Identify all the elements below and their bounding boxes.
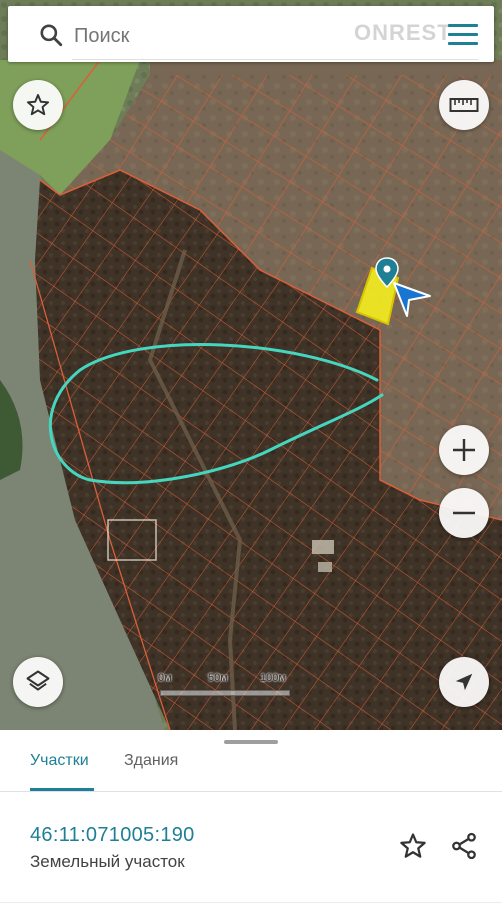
tab-divider: [0, 791, 502, 792]
share-button[interactable]: [444, 826, 484, 866]
tab-parcels[interactable]: Участки: [30, 752, 89, 770]
bottom-sheet[interactable]: Участки Здания 46:11:071005:190 Земельны…: [0, 730, 502, 911]
locate-me-button[interactable]: [439, 657, 489, 707]
layers-icon: [26, 670, 50, 691]
map-view[interactable]: 0м 50м 100м: [0, 0, 502, 730]
zoom-out-button[interactable]: [439, 488, 489, 538]
favorite-parcel-button[interactable]: [393, 826, 433, 866]
scale-label-50: 50м: [208, 672, 228, 684]
search-bar[interactable]: Поиск ONREST: [8, 6, 494, 62]
cadastral-number[interactable]: 46:11:071005:190: [30, 824, 195, 847]
search-icon: [40, 24, 63, 47]
favorite-button[interactable]: [13, 80, 63, 130]
ruler-icon: [449, 98, 479, 112]
search-underline: [72, 59, 478, 60]
minus-icon: [453, 511, 475, 515]
sheet-drag-handle[interactable]: [224, 740, 278, 744]
scale-label-0: 0м: [158, 672, 172, 684]
navigation-arrow-icon: [455, 673, 473, 691]
zoom-in-button[interactable]: [439, 425, 489, 475]
plus-icon: [453, 439, 475, 461]
star-outline-icon: [26, 94, 50, 116]
search-input[interactable]: Поиск: [74, 25, 129, 48]
scale-bar-line: [160, 690, 290, 696]
share-icon: [452, 832, 476, 860]
scale-label-100: 100м: [260, 672, 286, 684]
parcel-type: Земельный участок: [30, 852, 185, 871]
watermark-logo: ONREST: [354, 20, 452, 45]
tab-buildings[interactable]: Здания: [124, 752, 178, 770]
star-outline-icon: [400, 833, 426, 858]
layers-button[interactable]: [13, 657, 63, 707]
hamburger-menu-icon[interactable]: [448, 24, 478, 46]
ruler-button[interactable]: [439, 80, 489, 130]
scale-bar: 0м 50м 100м: [150, 668, 310, 708]
map-canvas[interactable]: [0, 0, 502, 730]
